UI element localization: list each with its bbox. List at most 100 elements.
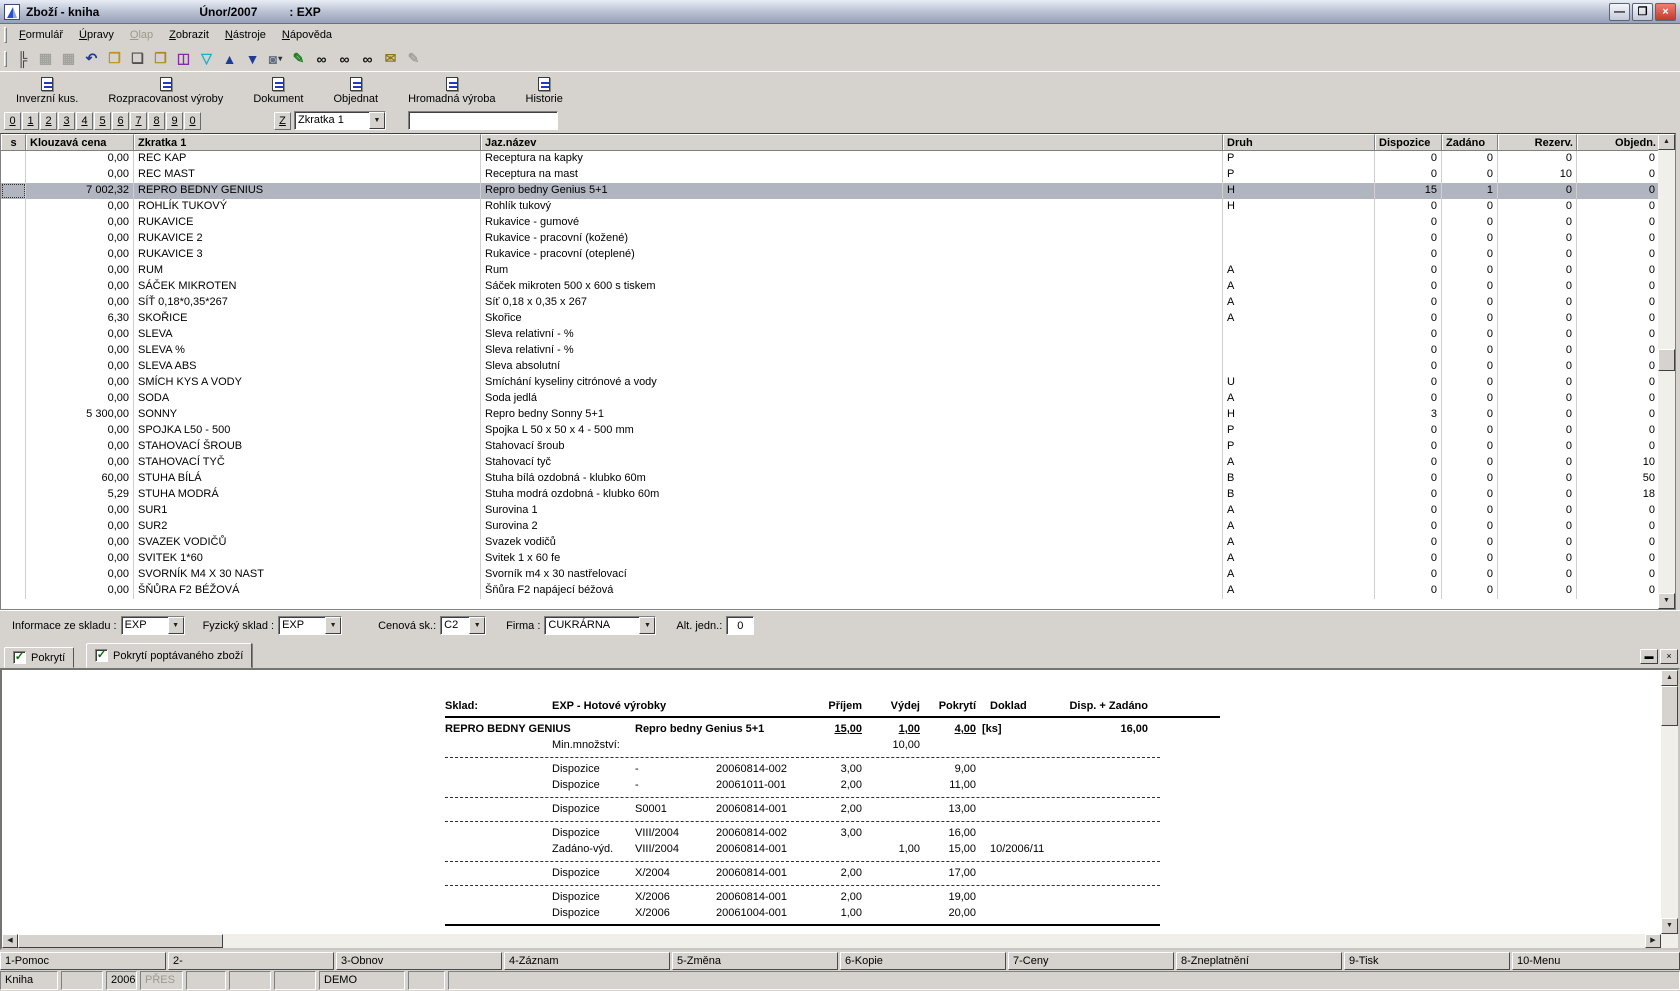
digit-filter-button-8[interactable]: 8 <box>148 112 165 130</box>
column-header-dispozice[interactable]: Dispozice <box>1375 134 1442 150</box>
menu-zobrazit[interactable]: Zobrazit <box>161 26 217 44</box>
digit-filter-button-0[interactable]: 0 <box>4 112 21 130</box>
table-vertical-scrollbar[interactable]: ▲ ▼ <box>1658 134 1675 609</box>
scroll-left-icon[interactable]: ◀ <box>2 934 18 948</box>
table-row[interactable]: 0,00ROHLÍK TUKOVÝRohlík tukovýH0000 <box>1 199 1675 215</box>
digit-filter-button-5[interactable]: 5 <box>94 112 111 130</box>
toolbar-grip[interactable] <box>4 51 7 67</box>
column-header-jaz-nazev[interactable]: Jaz.název <box>481 134 1223 150</box>
report-vertical-scrollbar[interactable]: ▲ ▼ <box>1661 670 1678 948</box>
fkey-1-pomoc[interactable]: 1-Pomoc <box>0 952 166 970</box>
new-document-icon-button[interactable]: ❏ <box>126 48 149 69</box>
close-button[interactable]: × <box>1655 3 1676 21</box>
mail-icon-button[interactable]: ✉ <box>379 48 402 69</box>
scroll-right-icon[interactable]: ▶ <box>1645 934 1661 948</box>
table-row[interactable]: 0,00STAHOVACÍ ŠROUBStahovací šroubP0000 <box>1 439 1675 455</box>
column-header-zadano[interactable]: Zadáno <box>1442 134 1498 150</box>
column-header-rezerv[interactable]: Rezerv. <box>1498 134 1577 150</box>
filter-icon-button[interactable]: ▽ <box>195 48 218 69</box>
digit-filter-button-9[interactable]: 9 <box>166 112 183 130</box>
fkey-8-zneplatneni[interactable]: 8-Zneplatnění <box>1176 952 1342 970</box>
table-row[interactable]: 0,00SODASoda jedláA0000 <box>1 391 1675 407</box>
column-header-objedn[interactable]: Objedn. <box>1577 134 1660 150</box>
fkey-7-ceny[interactable]: 7-Ceny <box>1008 952 1174 970</box>
scrollbar-thumb[interactable] <box>18 934 223 948</box>
search-field-selector[interactable]: Zkratka 1 ▼ <box>294 111 386 130</box>
chevron-down-icon[interactable]: ▼ <box>469 617 485 634</box>
find-prev-icon-button[interactable]: ∞ <box>356 48 379 69</box>
table-row[interactable]: 0,00SÍŤ 0,18*0,35*267Síť 0,18 x 0,35 x 2… <box>1 295 1675 311</box>
scroll-down-icon[interactable]: ▼ <box>1661 918 1678 934</box>
table-row[interactable]: 0,00SLEVASleva relativní - %0000 <box>1 327 1675 343</box>
maximize-button[interactable]: ❐ <box>1632 3 1653 21</box>
scroll-up-icon[interactable]: ▲ <box>1658 134 1675 150</box>
objednat-button[interactable]: Objednat <box>333 77 378 105</box>
table-row[interactable]: 0,00RUKAVICERukavice - gumové0000 <box>1 215 1675 231</box>
digit-filter-button-2[interactable]: 2 <box>40 112 57 130</box>
table-row[interactable]: 0,00ŠŇŮRA F2 BÉŽOVÁŠňůra F2 napájecí béž… <box>1 583 1675 599</box>
scrollbar-thumb[interactable] <box>1658 349 1675 371</box>
table-row[interactable]: 7 002,32REPRO BEDNY GENIUSRepro bedny Ge… <box>1 183 1675 199</box>
fkey-3-obnov[interactable]: 3-Obnov <box>336 952 502 970</box>
table-row[interactable]: 0,00STAHOVACÍ TYČStahovací tyčA00010 <box>1 455 1675 471</box>
table-row[interactable]: 0,00SMÍCH KYS A VODYSmíchání kyseliny ci… <box>1 375 1675 391</box>
open-folder-icon-button[interactable]: ❒ <box>103 48 126 69</box>
excel-export-icon-button[interactable]: ✎ <box>287 48 310 69</box>
inverzni-kus-button[interactable]: Inverzní kus. <box>16 77 78 105</box>
column-header-druh[interactable]: Druh <box>1223 134 1375 150</box>
table-row[interactable]: 5 300,00SONNYRepro bedny Sonny 5+1H3000 <box>1 407 1675 423</box>
table-row[interactable]: 60,00STUHA BÍLÁStuha bílá ozdobná - klub… <box>1 471 1675 487</box>
fkey-4-zaznam[interactable]: 4-Záznam <box>504 952 670 970</box>
fkey-2[interactable]: 2- <box>168 952 334 970</box>
chevron-down-icon[interactable]: ▾ <box>278 54 282 63</box>
scrollbar-thumb[interactable] <box>1661 686 1678 726</box>
table-row[interactable]: 0,00REC MASTReceptura na mastP00100 <box>1 167 1675 183</box>
undo-icon-button[interactable]: ↶ <box>80 48 103 69</box>
tab-pokryti[interactable]: ✓Pokrytí <box>4 647 74 668</box>
table-row[interactable]: 0,00SÁČEK MIKROTENSáček mikroten 500 x 6… <box>1 279 1675 295</box>
panel-minimize-button[interactable]: ▬ <box>1640 649 1658 664</box>
sort-down-icon-button[interactable]: ▼ <box>241 48 264 69</box>
toolbar-grip[interactable] <box>4 27 7 43</box>
table-row[interactable]: 0,00SLEVA %Sleva relativní - %0000 <box>1 343 1675 359</box>
table-row[interactable]: 0,00SUR1Surovina 1A0000 <box>1 503 1675 519</box>
fkey-6-kopie[interactable]: 6-Kopie <box>840 952 1006 970</box>
book-icon-button[interactable]: ◫ <box>172 48 195 69</box>
chevron-down-icon[interactable]: ▼ <box>325 617 341 634</box>
digit-filter-button-6[interactable]: 6 <box>112 112 129 130</box>
fkey-9-tisk[interactable]: 9-Tisk <box>1344 952 1510 970</box>
table-row[interactable]: 0,00SLEVA ABSSleva absolutní0000 <box>1 359 1675 375</box>
find-icon-button[interactable]: ∞ <box>310 48 333 69</box>
chevron-down-icon[interactable]: ▼ <box>369 112 385 129</box>
table-row[interactable]: 0,00SUR2Surovina 2A0000 <box>1 519 1675 535</box>
digit-filter-button-1[interactable]: 1 <box>22 112 39 130</box>
snapshot-icon-button[interactable]: ◙▾ <box>264 48 287 69</box>
hromadna-vyroba-button[interactable]: Hromadná výroba <box>408 77 495 105</box>
pokryti-poptavaneho-zbozi-checkbox[interactable]: ✓ <box>95 649 108 662</box>
tree-view-icon-button[interactable]: ╠ <box>11 48 34 69</box>
fkey-5-zmena[interactable]: 5-Změna <box>672 952 838 970</box>
scroll-down-icon[interactable]: ▼ <box>1658 593 1675 609</box>
digit-filter-button-3[interactable]: 3 <box>58 112 75 130</box>
column-header-zkratka-1[interactable]: Zkratka 1 <box>134 134 481 150</box>
informace-ze-skladu-combo[interactable]: EXP▼ <box>121 616 185 635</box>
table-row[interactable]: 0,00RUKAVICE 2Rukavice - pracovní (kožen… <box>1 231 1675 247</box>
table-row[interactable]: 0,00RUKAVICE 3Rukavice - pracovní (otepl… <box>1 247 1675 263</box>
table-row[interactable]: 0,00SVITEK 1*60Svitek 1 x 60 feA0000 <box>1 551 1675 567</box>
table-row[interactable]: 5,29STUHA MODRÁStuha modrá ozdobná - klu… <box>1 487 1675 503</box>
report-horizontal-scrollbar[interactable]: ◀ ▶ <box>2 934 1661 948</box>
tab-pokryti-poptavaneho-zbozi[interactable]: ✓Pokrytí poptávaného zboží <box>86 643 252 668</box>
firma-combo[interactable]: CUKRÁRNA▼ <box>544 616 656 635</box>
chevron-down-icon[interactable]: ▼ <box>168 617 184 634</box>
dokument-button[interactable]: Dokument <box>253 77 303 105</box>
table-row[interactable]: 0,00RUMRumA0000 <box>1 263 1675 279</box>
digit-filter-button-4[interactable]: 4 <box>76 112 93 130</box>
table-row[interactable]: 0,00SPOJKA L50 - 500Spojka L 50 x 50 x 4… <box>1 423 1675 439</box>
cenova-sk-combo[interactable]: C2▼ <box>440 616 486 635</box>
minimize-button[interactable]: — <box>1609 3 1630 21</box>
menu-napoveda[interactable]: Nápověda <box>274 26 340 44</box>
column-header-klouzava-cena[interactable]: Klouzavá cena <box>26 134 134 150</box>
table-row[interactable]: 6,30SKOŘICESkořiceA0000 <box>1 311 1675 327</box>
digit-filter-button-10[interactable]: 0 <box>184 112 201 130</box>
sort-up-icon-button[interactable]: ▲ <box>218 48 241 69</box>
